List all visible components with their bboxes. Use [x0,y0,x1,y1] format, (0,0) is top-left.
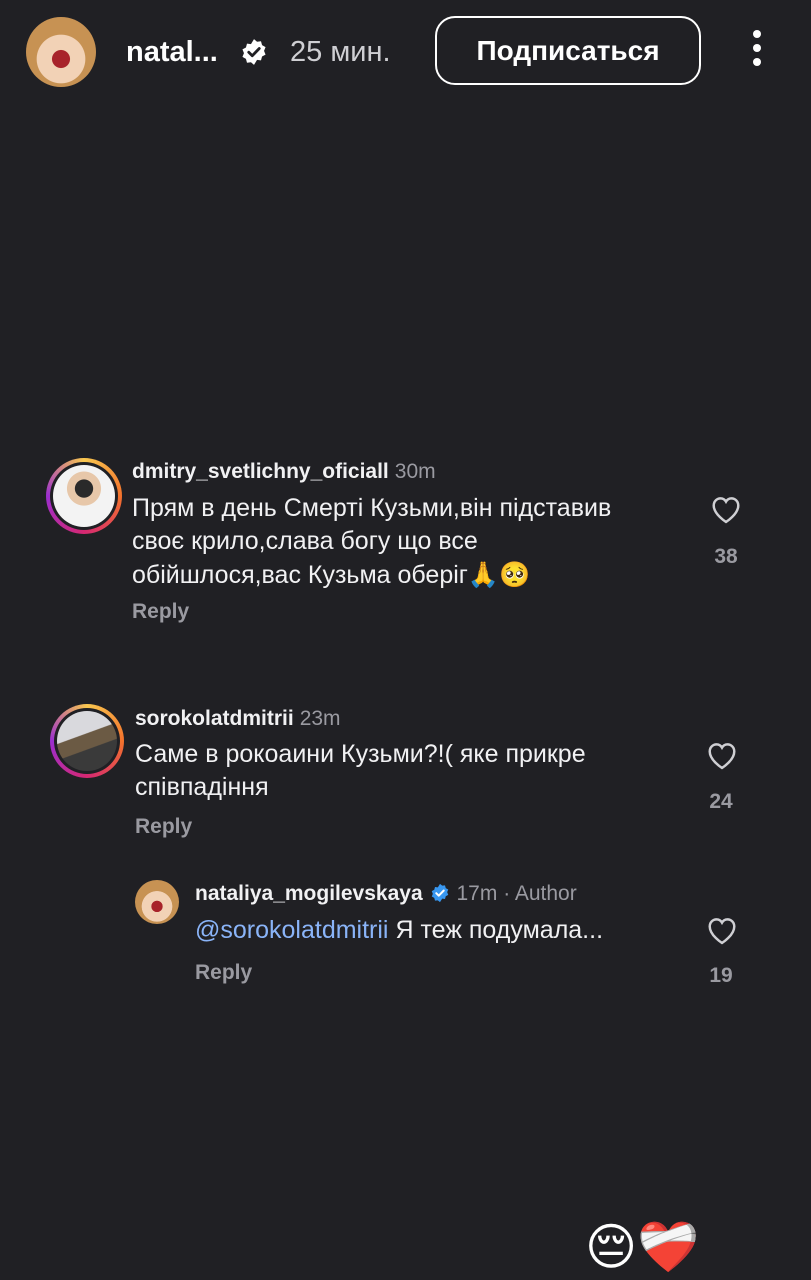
comment-text-line: співпадіння [135,773,269,801]
post-time: 25 мин. [290,36,391,68]
like-heart-icon[interactable] [705,915,739,945]
comment-text-line: Прям в день Смерті Кузьми,він підставив [132,494,612,522]
comment-username[interactable]: dmitry_svetlichny_oficiall 30m [132,460,436,484]
comment-username[interactable]: nataliya_mogilevskaya 17m · Author [195,882,577,906]
more-options-icon[interactable] [745,30,769,74]
comment-username-text[interactable]: nataliya_mogilevskaya [195,882,423,905]
comment-time: 17m [456,882,498,905]
comment-time: 30m [394,460,436,483]
verified-icon [432,883,449,903]
like-heart-icon[interactable] [709,494,743,524]
comment-text-line: Саме в рокоаини Кузьми?!( яке прикре [135,740,586,768]
comment-text: @sorokolatdmitrii Я теж подумала... [195,914,695,947]
comment-text: Прям в день Смерті Кузьми,він підставив … [132,492,692,592]
comment-time: 23m [299,707,341,730]
follow-button[interactable]: Подписаться [435,16,701,85]
story-header: natal... 25 мин. Подписаться [0,0,811,100]
mention-link[interactable]: @sorokolatdmitrii [195,916,388,944]
profile-avatar[interactable] [26,17,96,87]
profile-username[interactable]: natal... [126,36,218,69]
comment-avatar[interactable] [46,458,122,534]
like-count: 19 [709,964,733,987]
comment-text-line: своє крило,слава богу що все [132,527,478,555]
comment-username-text[interactable]: dmitry_svetlichny_oficiall [132,460,389,483]
comment-username-text[interactable]: sorokolatdmitrii [135,707,294,730]
like-count: 38 [714,545,738,568]
comment-avatar[interactable] [135,880,179,924]
like-heart-icon[interactable] [705,740,739,770]
comment-emojis: 🙏🥺 [467,560,531,589]
comment-text-line: обійшлося,вас Кузьма оберіг [132,561,468,589]
comment-avatar[interactable] [50,704,124,778]
story-reaction-emojis: 😔❤️‍🩹 [585,1218,700,1276]
comment-text-line: Я теж подумала... [395,916,604,944]
author-label: · Author [503,882,577,905]
reply-button[interactable]: Reply [195,961,252,985]
comment-username[interactable]: sorokolatdmitrii 23m [135,707,341,731]
reply-button[interactable]: Reply [135,815,192,839]
reply-button[interactable]: Reply [132,600,189,624]
comment-text: Саме в рокоаини Кузьми?!( яке прикре спі… [135,738,675,804]
like-count: 24 [709,790,733,813]
verified-icon [242,39,266,65]
